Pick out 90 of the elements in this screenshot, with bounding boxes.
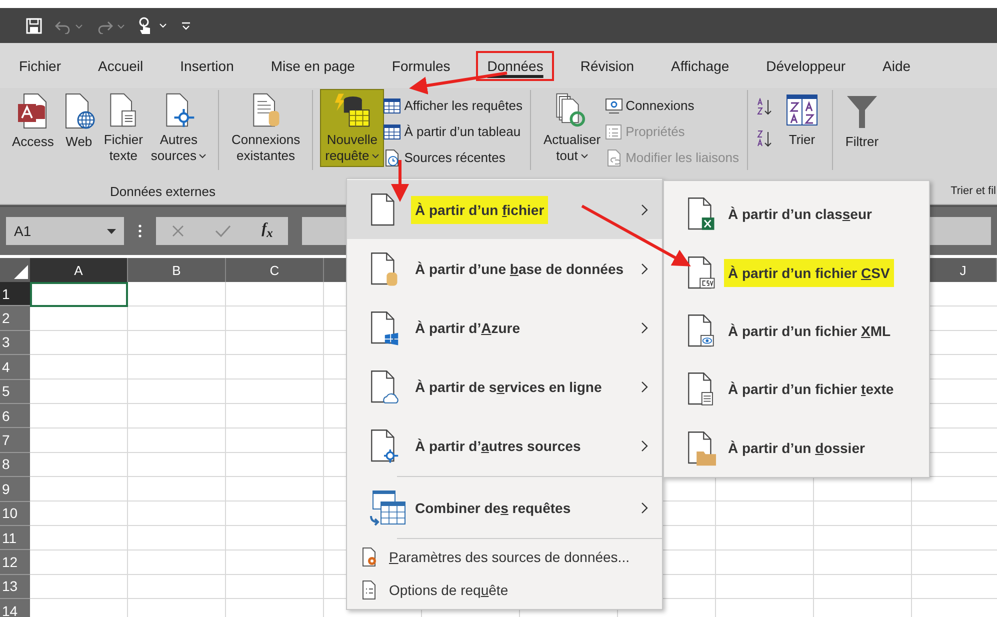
group-label: Trier et fil [950,185,996,197]
ribbon-button[interactable]: Access [8,90,58,166]
combine-tables-icon [369,490,407,526]
more-icon[interactable] [138,224,142,238]
chevron-right-icon [641,380,648,392]
row-header[interactable]: 14 [0,599,30,617]
row-header[interactable]: 4 [0,355,30,380]
menu-item[interactable]: Options de requête [347,573,662,606]
windows-file-icon [369,310,399,346]
row-header[interactable]: 10 [0,502,30,526]
ribbon-tab[interactable]: Mise en page [260,50,366,80]
row-header[interactable]: 7 [0,428,30,453]
menu-item[interactable]: Paramètres des sources de données... [347,540,662,573]
row-header[interactable]: 12 [0,550,30,575]
menu-item[interactable]: À partir d’autres sources [347,416,662,475]
ribbon-button[interactable]: Actualiser tout [539,90,605,166]
row-header[interactable]: 8 [0,452,30,478]
ribbon-tab[interactable]: Insertion [169,50,245,80]
ribbon-button[interactable]: Nouvelle requête [321,90,384,166]
ribbon-tab[interactable]: Aide [872,50,922,80]
settings-file-icon [361,546,379,566]
folder-file-icon [686,430,716,466]
menu-item[interactable]: À partir d’un fichier CSV [664,243,929,302]
connections-icon [604,96,623,114]
csv-file-icon [686,254,716,291]
table-list-icon [383,96,402,114]
sort-ascending-icon[interactable] [756,98,774,116]
touch-icon[interactable] [138,16,168,34]
menu-item[interactable]: Combiner des requêtes [347,478,662,537]
database-file-icon [369,250,399,286]
insert-function-button[interactable]: f$_{x}$ [262,221,273,241]
group-label: Données externes [110,184,216,198]
chevron-right-icon [641,502,648,514]
chevron-right-icon [641,262,648,274]
table-icon [383,122,402,140]
save-icon[interactable] [26,18,42,34]
row-header[interactable]: 9 [0,477,30,502]
list-icon [604,122,623,140]
ribbon-button[interactable]: Web [58,90,100,166]
ribbon-tab[interactable]: Affichage [660,50,740,80]
name-box[interactable]: A1 [6,217,124,245]
row-header[interactable]: 3 [0,330,30,356]
menu-item[interactable]: À partir d’un fichier texte [664,360,929,419]
ribbon-tab[interactable]: Développeur [755,50,857,80]
ribbon-button[interactable]: Sources récentes [383,146,522,169]
ribbon-button[interactable]: Afficher les requêtes [383,94,522,117]
connector-file-icon [369,428,399,464]
column-header[interactable]: A [30,258,128,282]
ribbon-button[interactable]: Connexions existantes [227,90,304,166]
menu-item[interactable]: À partir d’un fichier [347,180,662,239]
ribbon-tab[interactable]: Fichier [8,50,72,80]
link-file-icon [604,148,623,166]
menu-item[interactable]: À partir d’une base de données [347,239,662,298]
chevron-right-icon [641,204,648,216]
column-header[interactable]: C [226,258,324,282]
ribbon-button[interactable]: Trier [780,90,824,166]
ribbon-tab[interactable]: Formules [380,50,462,80]
menu-item[interactable]: À partir de services en ligne [347,357,662,416]
row-header[interactable]: 5 [0,380,30,404]
ribbon-button[interactable]: Connexions [604,94,739,117]
row-header[interactable]: 6 [0,404,30,428]
menu-item[interactable]: À partir d’un dossier [664,418,929,478]
ribbon-tab[interactable]: Accueil [87,50,154,80]
ribbon-tab[interactable]: Révision [569,50,646,80]
ribbon-button[interactable]: Autres sources [146,90,210,166]
menu-item[interactable]: À partir d’Azure [347,298,662,357]
dropdown-icon [107,228,116,234]
sort-descending-icon[interactable] [756,130,774,148]
spreadsheet-file-icon [686,196,716,232]
ribbon-button[interactable]: Filtrer [841,90,883,166]
menu-item[interactable]: À partir d’un classeur [664,185,929,244]
row-header[interactable]: 2 [0,306,30,331]
check-icon[interactable] [215,224,232,238]
menu-item[interactable]: À partir d’un fichier XML [664,302,929,360]
ribbon-tab[interactable]: Données [476,50,554,80]
column-header[interactable]: B [128,258,226,282]
row-header[interactable]: 1 [0,282,30,306]
row-header[interactable]: 13 [0,574,30,600]
text-file-icon [686,371,716,408]
active-cell[interactable] [30,282,128,307]
chevron-right-icon [641,440,648,452]
select-all-icon[interactable] [14,265,28,279]
clock-file-icon [383,148,402,166]
row-header[interactable]: 11 [0,526,30,550]
eye-file-icon [686,313,716,350]
ribbon-button[interactable]: Fichier texte [100,90,147,166]
sort-box-icon [784,92,820,128]
ribbon-button[interactable]: À partir d’un tableau [383,120,522,143]
cloud-file-icon [369,368,399,404]
chevron-right-icon [641,322,648,334]
